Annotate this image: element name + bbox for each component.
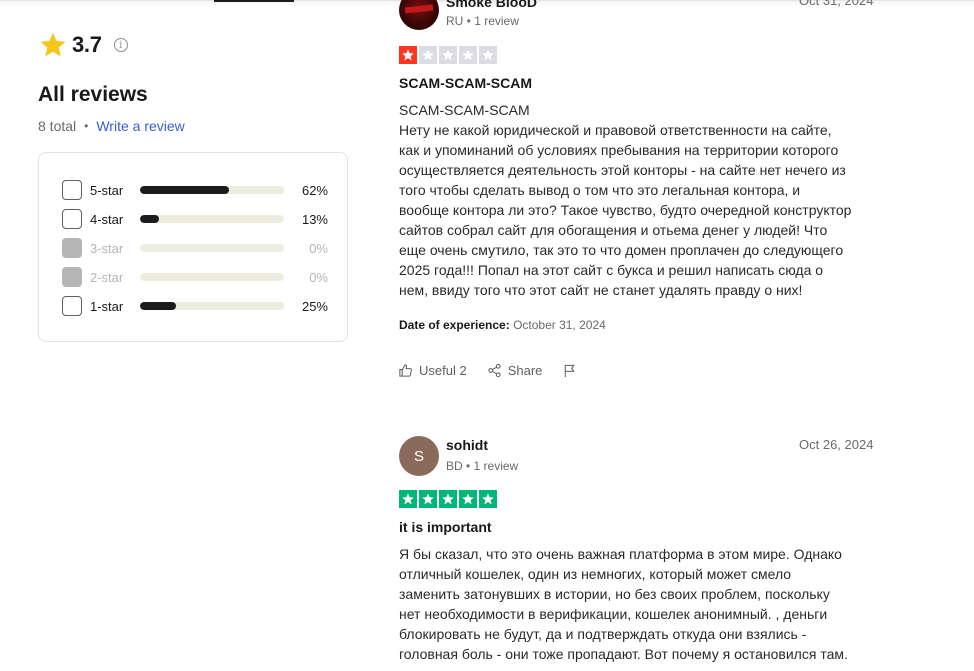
rating-star: [439, 490, 457, 508]
rating-star: [399, 490, 417, 508]
review-body-line: сайтов собрал сайт для обогащения и отье…: [399, 222, 828, 238]
review-body-line: 2025 года!!! Попал на этот сайт с букса …: [399, 262, 824, 278]
review-body-line: отличный кошелек, один из немногих, кото…: [399, 566, 792, 582]
distribution-percent: 0%: [309, 269, 328, 285]
distribution-row-1-star[interactable]: 1-star 25%: [62, 295, 332, 317]
rating-star: [479, 46, 497, 64]
reviewer-meta: BD • 1 review: [446, 459, 519, 473]
filter-checkbox: [62, 267, 82, 287]
review-date: Oct 26, 2024: [799, 437, 874, 452]
avatar[interactable]: [399, 0, 439, 30]
rating-star: [439, 46, 457, 64]
filter-checkbox[interactable]: [62, 180, 82, 200]
filter-checkbox[interactable]: [62, 296, 82, 316]
review-body-line: нет необходимости в верификации, кошелек…: [399, 606, 828, 622]
distribution-row-5-star[interactable]: 5-star 62%: [62, 179, 332, 201]
info-icon[interactable]: i: [113, 38, 128, 52]
experience-date: October 31, 2024: [513, 318, 606, 332]
filter-checkbox[interactable]: [62, 209, 82, 229]
distribution-percent: 62%: [301, 182, 328, 198]
star-icon: [40, 32, 66, 57]
review-title[interactable]: it is important: [399, 519, 492, 535]
review-body-line: заменить затонувших в истории, но без св…: [399, 586, 830, 602]
rating-star: [419, 490, 437, 508]
review-body-line: еще очень смутило, так это то что домен …: [399, 242, 844, 258]
distribution-label: 2-star: [90, 269, 124, 285]
review-body-line: осуществляется деятельность этой конторы…: [399, 162, 846, 178]
report-button[interactable]: [562, 363, 583, 378]
review-body: Я бы сказал, что это очень важная платфо…: [399, 544, 889, 664]
rating-summary: 3.7 i: [38, 30, 128, 60]
thumbs-up-icon: [399, 364, 412, 377]
distribution-bar-fill: [140, 302, 176, 310]
distribution-percent: 25%: [301, 298, 328, 314]
distribution-bar: [140, 302, 284, 310]
distribution-row-3-star: 3-star 0%: [62, 237, 332, 259]
useful-label: Useful 2: [419, 363, 467, 378]
distribution-row-2-star: 2-star 0%: [62, 266, 332, 288]
distribution-bar-fill: [140, 215, 159, 223]
total-row: 8 total • Write a review: [38, 118, 185, 134]
review-star-rating: [399, 46, 497, 64]
distribution-bar: [140, 273, 284, 281]
rating-star: [479, 490, 497, 508]
reviewer-name[interactable]: Smoke BlooD: [446, 0, 537, 10]
distribution-bar-fill: [140, 186, 229, 194]
review-body-line: того чтобы сделать вывод о том что это л…: [399, 182, 801, 198]
distribution-percent: 13%: [301, 211, 328, 227]
all-reviews-heading: All reviews: [38, 83, 148, 106]
experience-label: Date of experience:: [399, 318, 510, 332]
distribution-label: 4-star: [90, 211, 124, 227]
review-body-line: нем, ввиду того что этот сайт не станет …: [399, 282, 803, 298]
distribution-bar: [140, 244, 284, 252]
distribution-label: 3-star: [90, 240, 124, 256]
reviewer-meta: RU • 1 review: [446, 14, 519, 28]
filter-checkbox: [62, 238, 82, 258]
total-count: 8 total: [38, 118, 77, 134]
review-date: Oct 31, 2024: [799, 0, 874, 8]
flag-icon: [565, 364, 576, 378]
review-title[interactable]: SCAM-SCAM-SCAM: [399, 75, 532, 91]
distribution-label: 1-star: [90, 298, 124, 314]
distribution-bar: [140, 186, 284, 194]
review-body-line: Я бы сказал, что это очень важная платфо…: [399, 546, 842, 562]
reviewer-name[interactable]: sohidt: [446, 437, 488, 453]
share-label: Share: [507, 363, 543, 378]
share-button[interactable]: Share: [487, 363, 543, 378]
rating-value: 3.7: [72, 32, 102, 57]
review-body-line: блокировать не будут, да и подтверждать …: [399, 626, 807, 642]
distribution-label: 5-star: [90, 182, 124, 198]
rating-star: [459, 490, 477, 508]
distribution-bar: [140, 215, 284, 223]
rating-star: [459, 46, 477, 64]
review-body-line: SCAM-SCAM-SCAM: [399, 102, 530, 118]
top-tab-indicator: [214, 0, 294, 2]
share-icon: [488, 363, 501, 378]
review-body-line: головная боль - они тоже пропадают. Вот …: [399, 646, 848, 662]
write-review-link[interactable]: Write a review: [96, 118, 184, 134]
review-body-line: Нету не какой юридической и правовой отв…: [399, 122, 832, 138]
review-body: SCAM-SCAM-SCAM Нету не какой юридической …: [399, 100, 889, 300]
rating-distribution-panel: 5-star 62% 4-star 13% 3-star 0% 2-star 0% 1-star…: [38, 152, 348, 342]
review-body-line: как и упоминаний об условиях пребывания …: [399, 142, 839, 158]
avatar[interactable]: S: [399, 436, 439, 476]
rating-star: [419, 46, 437, 64]
distribution-percent: 0%: [309, 240, 328, 256]
review-actions: Useful 2 Share: [398, 363, 603, 378]
review-body-line: вообще контора ли это? Такое чувство, бу…: [399, 202, 852, 218]
distribution-row-4-star[interactable]: 4-star 13%: [62, 208, 332, 230]
review-star-rating: [399, 490, 497, 508]
useful-button[interactable]: Useful 2: [398, 363, 467, 378]
rating-star: [399, 46, 417, 64]
date-of-experience: Date of experience: October 31, 2024: [399, 318, 606, 332]
separator-dot: •: [84, 119, 89, 133]
